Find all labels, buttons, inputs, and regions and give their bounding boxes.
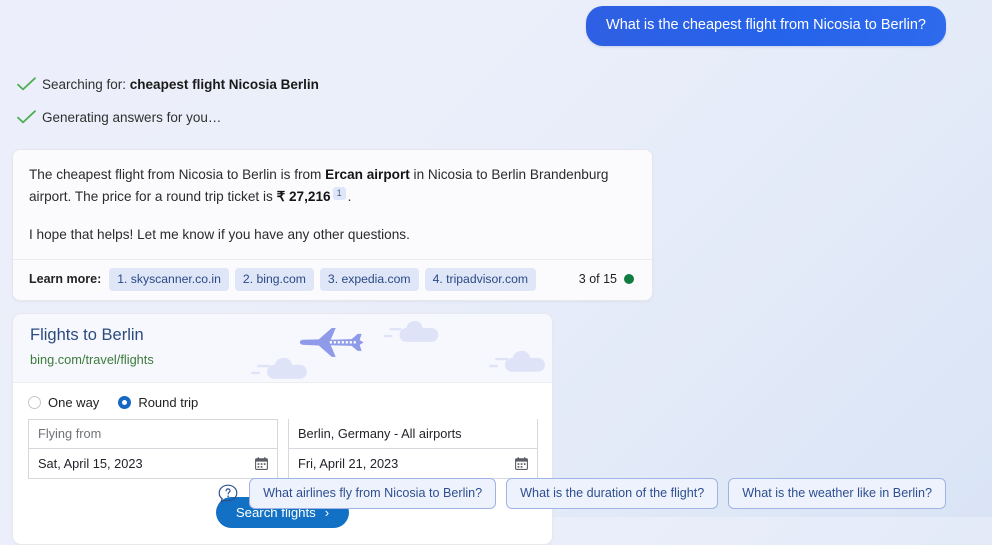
answer-text-part-c: . (347, 188, 352, 204)
citation-chip-tripadvisor[interactable]: 4. tripadvisor.com (424, 267, 537, 291)
message-counter: 3 of 15 (579, 272, 638, 286)
origin-input[interactable]: Flying from (28, 418, 278, 449)
answer-airport-bold: Ercan airport (325, 166, 410, 182)
status-dot-icon (624, 274, 634, 284)
suggestion-chip-airlines[interactable]: What airlines fly from Nicosia to Berlin… (249, 478, 497, 509)
calendar-icon[interactable] (255, 456, 268, 470)
message-counter-text: 3 of 15 (578, 272, 617, 286)
radio-round-trip[interactable] (118, 395, 132, 409)
status-text-generating: Generating answers for you… (42, 109, 222, 125)
status-list: Searching for: cheapest flight Nicosia B… (0, 68, 992, 134)
status-line-generating: Generating answers for you… (14, 101, 992, 134)
cloud-icon (383, 320, 439, 342)
flight-search-form: One way Round trip Flying from Berlin, G… (13, 383, 552, 544)
status-text-searching: Searching for: cheapest flight Nicosia B… (42, 77, 319, 92)
flight-widget-url: bing.com/travel/flights (30, 351, 154, 367)
answer-card: The cheapest flight from Nicosia to Berl… (12, 148, 653, 301)
flight-fields-grid: Flying from Berlin, Germany - All airpor… (28, 418, 538, 479)
status-query: cheapest flight Nicosia Berlin (129, 76, 319, 92)
answer-text-part-a: The cheapest flight from Nicosia to Berl… (29, 166, 326, 182)
depart-date-input[interactable]: Sat, April 15, 2023 (28, 448, 278, 479)
user-message-bubble: What is the cheapest flight from Nicosia… (586, 6, 946, 46)
citation-chip-bing[interactable]: 2. bing.com (234, 267, 314, 291)
suggestion-chip-duration[interactable]: What is the duration of the flight? (506, 478, 719, 509)
answer-paragraph-2: I hope that helps! Let me know if you ha… (29, 226, 410, 242)
airplane-clouds-illustration (251, 320, 545, 379)
trip-type-radio-group: One way Round trip (28, 395, 537, 410)
destination-value: Berlin, Germany - All airports (298, 425, 462, 441)
status-line-searching: Searching for: cheapest flight Nicosia B… (14, 68, 992, 101)
check-icon (17, 110, 36, 124)
question-bubble-icon[interactable] (217, 483, 239, 505)
learn-more-row: Learn more: 1. skyscanner.co.in 2. bing.… (13, 258, 652, 300)
origin-placeholder: Flying from (38, 426, 102, 441)
destination-input[interactable]: Berlin, Germany - All airports (288, 418, 538, 449)
learn-more-label: Learn more: (29, 272, 102, 286)
citation-marker-1[interactable]: 1 (332, 186, 346, 200)
calendar-icon[interactable] (515, 456, 528, 470)
radio-one-way[interactable] (28, 395, 41, 409)
answer-price: ₹ 27,216 (276, 188, 331, 204)
flight-widget-hero: Flights to Berlin bing.com/travel/flight… (13, 313, 552, 383)
cloud-icon (489, 350, 545, 372)
status-prefix-searching: Searching for: (42, 76, 130, 92)
suggestion-chip-weather[interactable]: What is the weather like in Berlin? (728, 478, 946, 509)
answer-body: The cheapest flight from Nicosia to Berl… (13, 150, 652, 259)
user-message-row: What is the cheapest flight from Nicosia… (0, 0, 992, 46)
answer-paragraph-1: The cheapest flight from Nicosia to Berl… (29, 164, 636, 208)
radio-label-one-way[interactable]: One way (48, 395, 99, 410)
suggestion-chips-row: What airlines fly from Nicosia to Berlin… (217, 478, 946, 509)
check-icon (17, 77, 36, 91)
flight-widget-card: Flights to Berlin bing.com/travel/flight… (12, 312, 553, 545)
airplane-icon (299, 327, 364, 357)
radio-label-round-trip[interactable]: Round trip (138, 395, 198, 410)
citation-chip-skyscanner[interactable]: 1. skyscanner.co.in (109, 267, 229, 291)
flight-widget-title: Flights to Berlin (30, 325, 144, 344)
cloud-icon (251, 357, 307, 379)
citation-chip-expedia[interactable]: 3. expedia.com (319, 267, 419, 291)
depart-date-value: Sat, April 15, 2023 (38, 455, 143, 471)
return-date-input[interactable]: Fri, April 21, 2023 (288, 448, 538, 479)
return-date-value: Fri, April 21, 2023 (298, 455, 399, 471)
